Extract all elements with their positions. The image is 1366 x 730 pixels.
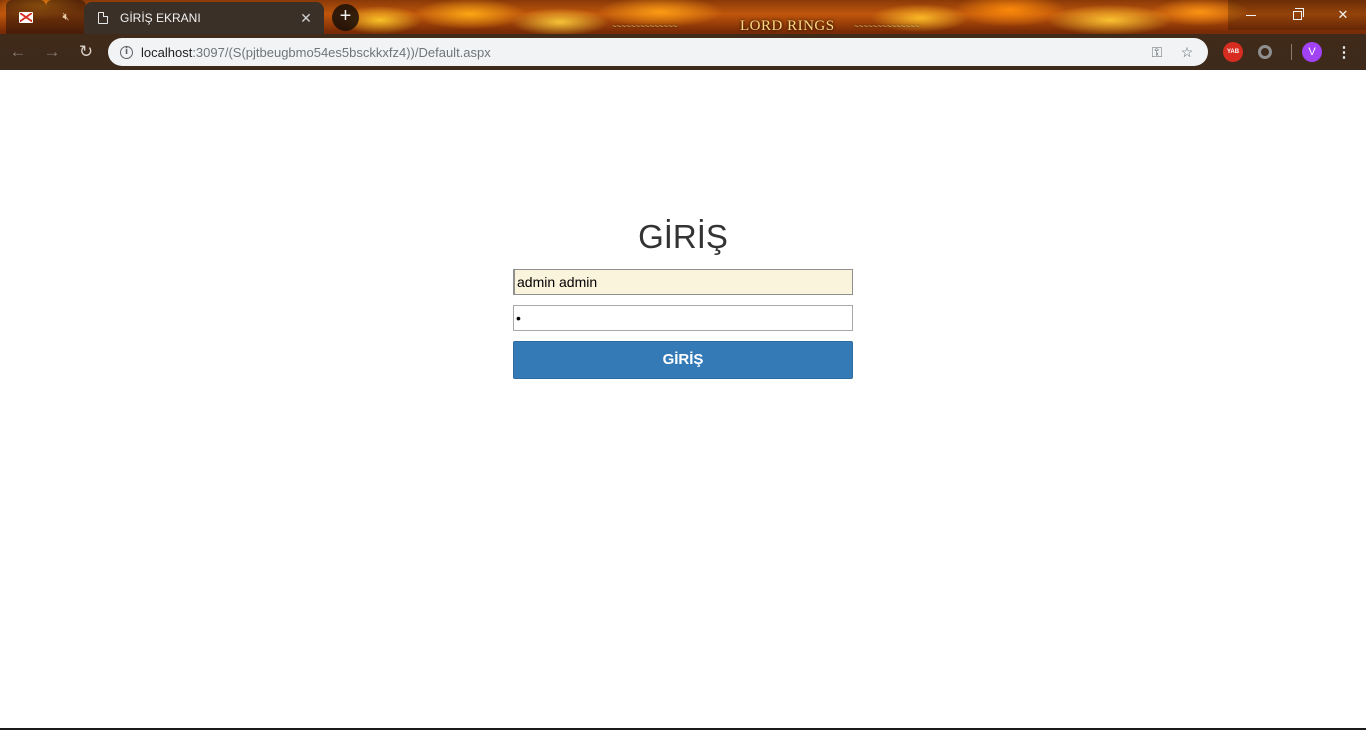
url-text[interactable]: localhost:3097/(S(pjtbeugbmo54es5bsckkxf… [141,45,1138,60]
active-tab[interactable]: GİRİŞ EKRANI ✕ [84,2,324,34]
page-content: GİRİŞ GİRİŞ [0,70,1366,728]
menu-button[interactable]: ⋮ [1334,42,1354,62]
back-arrow-icon: ← [9,42,27,61]
login-title: GİRİŞ [638,218,728,255]
forward-arrow-icon: → [43,42,61,61]
tab-strip: 🔇︎ GİRİŞ EKRANI ✕ + ~~~~~~~~~~~~~~ LORD … [0,0,1366,34]
forward-button[interactable]: → [36,36,68,68]
extension-circle-button[interactable] [1256,42,1274,62]
new-tab-button[interactable]: + [332,4,359,31]
minimize-button[interactable] [1228,0,1274,30]
tab-title: GİRİŞ EKRANI [120,11,201,25]
toolbar-divider [1291,44,1292,60]
info-icon[interactable]: i [120,45,133,59]
extension-yab-label: YAB [1226,49,1240,55]
password-input[interactable] [513,305,853,331]
key-icon[interactable]: ⚿ [1146,44,1168,61]
back-button[interactable]: ← [2,36,34,68]
address-bar[interactable]: i localhost:3097/(S(pjtbeugbmo54es5bsckk… [108,38,1208,66]
browser-chrome: 🔇︎ GİRİŞ EKRANI ✕ + ~~~~~~~~~~~~~~ LORD … [0,0,1366,70]
username-input[interactable] [513,269,853,295]
profile-avatar[interactable]: V [1302,42,1322,62]
close-icon: ✕ [1337,7,1349,22]
url-host: localhost [141,44,193,60]
profile-initial: V [1308,46,1316,58]
pinned-tab-muted[interactable]: 🔇︎ [46,0,86,34]
login-button[interactable]: GİRİŞ [513,341,853,379]
reload-button[interactable]: ↻ [70,36,102,68]
close-window-button[interactable]: ✕ [1320,0,1366,30]
menu-icon: ⋮ [1336,44,1352,61]
extension-yab-button[interactable]: YAB [1223,42,1243,62]
browser-toolbar: ← → ↻ i localhost:3097/(S(pjtbeugbmo54es… [0,34,1366,70]
window-controls: ✕ [1228,0,1366,30]
minimize-icon [1246,14,1256,16]
star-icon[interactable]: ☆ [1176,44,1198,61]
theme-decoration: ~~~~~~~~~~~~~~ [612,22,678,31]
page-icon [98,12,108,24]
pinned-tab-gmail[interactable] [6,0,46,34]
reload-icon: ↻ [78,42,94,61]
tab-close-icon[interactable]: ✕ [298,10,314,27]
url-path: :3097/(S(pjtbeugbmo54es5bsckkxfz4))/Defa… [192,44,491,60]
restore-button[interactable] [1274,0,1320,30]
restore-icon [1292,7,1304,20]
theme-logo: LORD RINGS [740,18,835,34]
theme-decoration: ~~~~~~~~~~~~~~ [854,22,920,31]
extension-circle-icon [1258,45,1272,59]
muted-speaker-icon: 🔇︎ [62,10,70,23]
gmail-icon [19,11,33,23]
